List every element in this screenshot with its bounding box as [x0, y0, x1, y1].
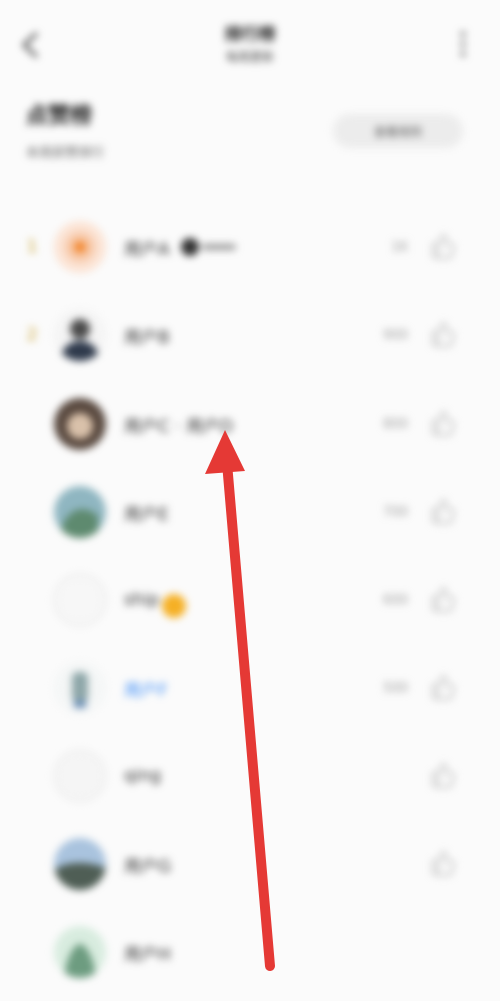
thumbs-up-icon[interactable] [428, 584, 456, 614]
avatar [54, 221, 106, 273]
list-item[interactable]: qing [0, 732, 500, 820]
list-item[interactable]: 用户H [0, 908, 500, 996]
list-item[interactable]: 用户C · 用户D 800 [0, 380, 500, 468]
user-name: qing [124, 766, 162, 786]
user-name: ship [124, 556, 187, 644]
list-item[interactable]: 用户F 500 [0, 644, 500, 732]
rank-number [22, 908, 42, 996]
rank-number [22, 468, 42, 556]
thumbs-up-icon[interactable] [428, 496, 456, 526]
user-name: 用户F [124, 680, 168, 701]
user-name: 用户C · 用户D [124, 416, 234, 437]
avatar [54, 398, 106, 450]
like-count: 700 [383, 504, 408, 520]
avatar [54, 838, 106, 890]
user-name: 用户G [124, 856, 172, 877]
thumbs-up-icon[interactable] [428, 760, 456, 790]
rank-number: 1 [26, 237, 38, 257]
leaderboard-screen: 排行榜 每周更新 点赞榜 本周获赞排行 查看规则 1 用户A 1K 2 用户B … [0, 0, 500, 1001]
like-count: 1K [391, 239, 408, 255]
like-count: 500 [383, 680, 408, 696]
section-subtitle: 本周获赞排行 [26, 146, 105, 161]
list-item[interactable]: 用户G [0, 820, 500, 908]
page-title: 排行榜 [224, 25, 276, 45]
badge-icon [180, 238, 236, 256]
page-subtitle: 每周更新 [225, 50, 274, 64]
avatar [54, 750, 106, 802]
blurred-content: 排行榜 每周更新 点赞榜 本周获赞排行 查看规则 1 用户A 1K 2 用户B … [0, 0, 500, 1001]
list-item[interactable]: 2 用户B 900 [0, 291, 500, 379]
list-item[interactable]: ship 600 [0, 556, 500, 644]
avatar [54, 662, 106, 714]
avatar [54, 574, 106, 626]
section-title: 点赞榜 [26, 104, 93, 129]
rank-number [22, 556, 42, 644]
user-name: 用户H [124, 944, 171, 965]
rank-number [22, 380, 42, 468]
rank-number: 2 [26, 325, 38, 345]
more-options-icon[interactable] [455, 28, 471, 60]
rank-number [22, 732, 42, 820]
like-count: 900 [383, 327, 408, 343]
like-count: 600 [383, 592, 408, 608]
user-name: 用户E [124, 504, 169, 525]
rules-button[interactable]: 查看规则 [333, 114, 463, 148]
user-name: 用户B [124, 327, 170, 348]
list-item[interactable]: 1 用户A 1K [0, 203, 500, 291]
like-count: 800 [383, 416, 408, 432]
avatar [54, 926, 106, 978]
list-item[interactable]: 用户E 700 [0, 468, 500, 556]
avatar [54, 486, 106, 538]
emoji-icon [162, 594, 187, 618]
rank-number [22, 644, 42, 732]
thumbs-up-icon[interactable] [428, 672, 456, 702]
rank-number [22, 820, 42, 908]
thumbs-up-icon[interactable] [428, 848, 456, 878]
avatar [54, 309, 106, 361]
user-name: 用户A [124, 203, 240, 291]
thumbs-up-icon[interactable] [428, 231, 456, 261]
thumbs-up-icon[interactable] [428, 408, 456, 438]
thumbs-up-icon[interactable] [428, 319, 456, 349]
